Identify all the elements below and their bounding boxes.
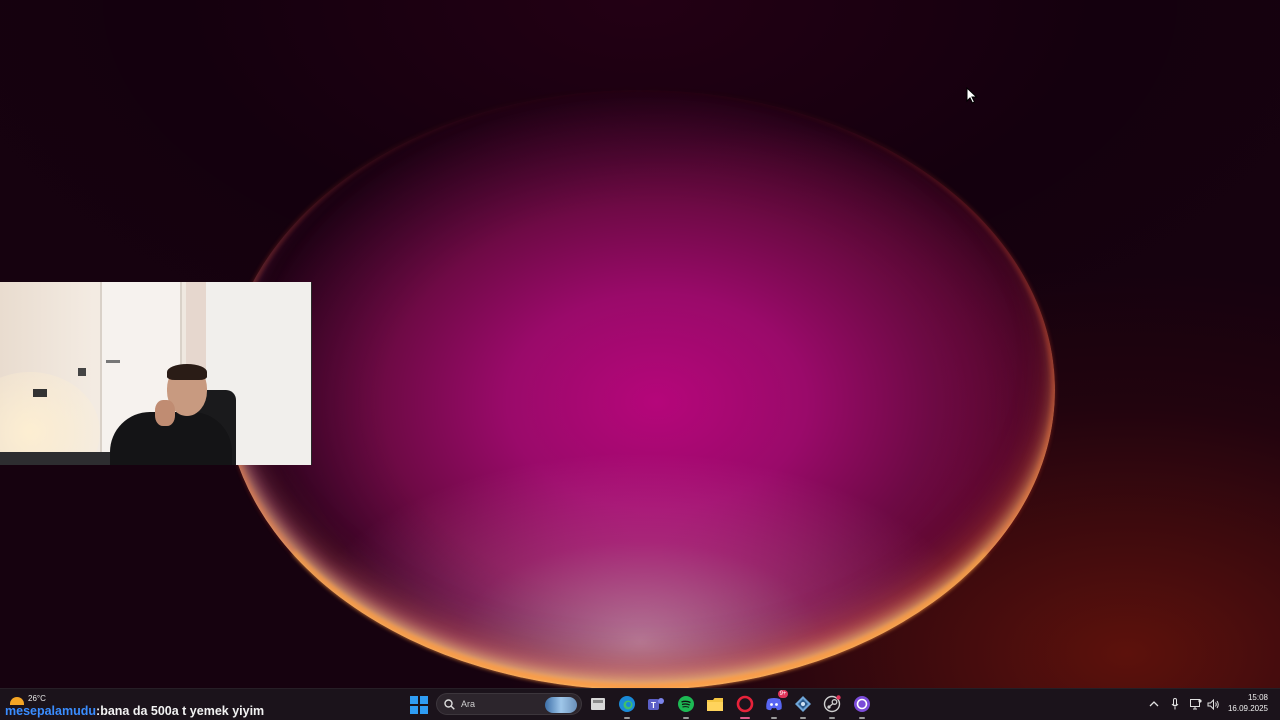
taskbar-app-circle[interactable] [852, 694, 872, 719]
network-button[interactable] [1188, 696, 1204, 712]
running-indicator [683, 717, 689, 719]
teams-icon: T [648, 698, 664, 710]
taskbar-app-spotify[interactable] [676, 694, 696, 719]
taskbar-app-steam[interactable] [822, 694, 842, 719]
steam-icon [823, 695, 841, 713]
microphone-icon [1171, 698, 1179, 710]
windows-logo-icon [410, 696, 418, 704]
discord-icon [766, 698, 782, 711]
desktop[interactable] [0, 0, 1280, 688]
spotify-icon [678, 696, 694, 712]
search-icon [444, 699, 455, 710]
windows-logo-tile [420, 706, 428, 714]
taskbar-app-task-view[interactable] [588, 694, 608, 714]
taskbar-app-discord[interactable]: 9+ [764, 690, 788, 719]
taskbar-search-box[interactable]: Ara [436, 693, 582, 715]
show-hidden-icons-button[interactable] [1147, 696, 1161, 712]
streamer-hair [167, 364, 207, 380]
clock-time: 15:08 [1247, 693, 1268, 702]
mouse-cursor-icon [966, 87, 978, 104]
taskbar: 26°C mesepalamudu : bana da 500a t yemek… [0, 688, 1280, 720]
microphone-button[interactable] [1168, 696, 1182, 712]
chat-username: mesepalamudu [5, 704, 97, 718]
running-indicator [859, 717, 865, 719]
windows-logo-tile [420, 696, 428, 704]
chevron-up-icon [1149, 701, 1159, 707]
circle-app-icon [854, 696, 870, 712]
windows-logo-tile [410, 706, 418, 714]
chat-message: bana da 500a t yemek yiyim [100, 704, 265, 718]
network-icon [1190, 698, 1202, 709]
taskbar-app-edge[interactable] [617, 694, 637, 719]
taskbar-app-opera[interactable] [735, 694, 755, 719]
search-placeholder: Ara [461, 699, 476, 709]
taskbar-app-teams[interactable]: T [646, 694, 666, 714]
running-indicator [829, 717, 835, 719]
svg-text:T: T [651, 701, 656, 710]
light-switch [78, 368, 86, 376]
running-indicator [771, 717, 777, 719]
running-indicator [800, 717, 806, 719]
running-indicator [624, 717, 630, 719]
discord-badge: 9+ [778, 690, 788, 698]
chat-overlay-message: mesepalamudu : bana da 500a t yemek yiyi… [5, 702, 264, 720]
active-indicator [740, 717, 750, 719]
opera-icon [736, 695, 754, 713]
edge-icon [619, 696, 635, 712]
desk [0, 452, 110, 465]
taskbar-clock[interactable]: 15:08 16.09.2025 [1208, 692, 1268, 714]
door-handle [106, 360, 120, 363]
puzzle-icon [795, 696, 811, 712]
folder-icon [707, 697, 723, 711]
wallpaper-orb-rim [225, 90, 1055, 688]
wall-socket [33, 389, 47, 397]
taskbar-app-file-explorer[interactable] [705, 694, 725, 714]
clock-date: 16.09.2025 [1227, 704, 1268, 713]
webcam-overlay [0, 282, 312, 465]
search-highlight-image [545, 697, 577, 713]
start-button[interactable] [410, 696, 428, 714]
task-view-icon [591, 698, 605, 710]
streamer-hand [155, 400, 175, 426]
taskbar-app-settings[interactable] [793, 694, 813, 719]
